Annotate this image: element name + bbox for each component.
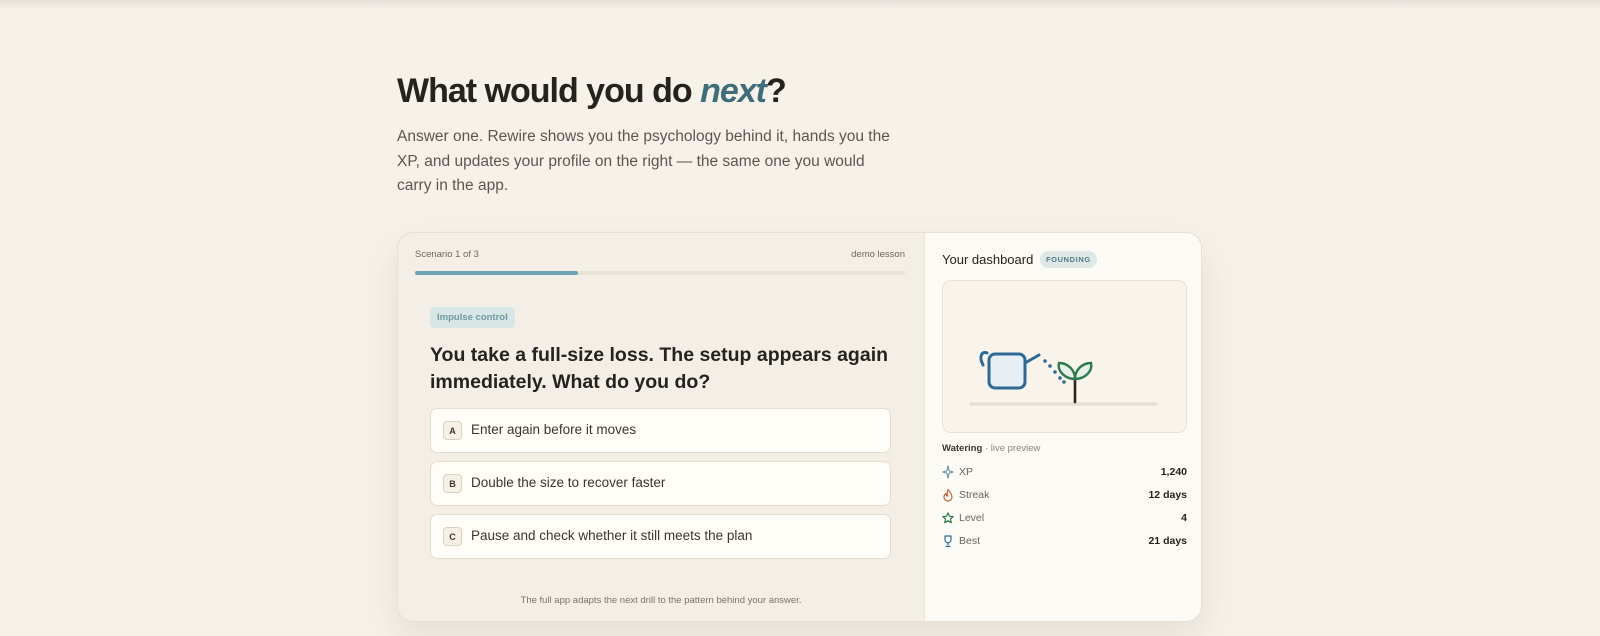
intro-text: Answer one. Rewire shows you the psychol… xyxy=(397,128,890,194)
dashboard-title: Your dashboard xyxy=(942,252,1034,267)
option-label: Pause and check whether it still meets t… xyxy=(471,528,753,543)
flame-icon xyxy=(943,488,953,502)
stat-xp: XP 1,240 xyxy=(942,465,1187,481)
progress-fill xyxy=(415,271,579,275)
scenario-counter: Scenario 1 of 3 xyxy=(415,249,479,260)
stat-name: Level xyxy=(959,512,985,524)
stat-value: 1,240 xyxy=(1160,466,1187,478)
title-suffix: ? xyxy=(765,72,787,110)
caption-note: · live preview xyxy=(982,443,1041,454)
dashboard-panel: Your dashboard FOUNDING Watering · live … xyxy=(924,233,1201,621)
title-prefix: What would you do xyxy=(397,72,701,110)
header-shadow xyxy=(0,0,1600,10)
option-key: A xyxy=(443,421,462,440)
stat-value: 21 days xyxy=(1148,535,1187,547)
demo-card: Scenario 1 of 3 demo lesson Impulse cont… xyxy=(397,232,1202,622)
option-label: Enter again before it moves xyxy=(471,422,637,437)
option-label: Double the size to recover faster xyxy=(471,475,666,490)
stat-name: Streak xyxy=(959,489,990,501)
watering-scene-icon xyxy=(969,351,1158,406)
progress-bar xyxy=(415,271,905,275)
caption-state: Watering xyxy=(942,443,983,454)
option-key: B xyxy=(443,474,462,493)
stat-streak: Streak 12 days xyxy=(942,488,1187,504)
star-icon xyxy=(942,512,954,524)
question-text: You take a full-size loss. The setup app… xyxy=(430,344,889,393)
stat-name: Best xyxy=(959,535,981,547)
demo-label: demo lesson xyxy=(851,249,905,260)
answer-option-c[interactable]: C Pause and check whether it still meets… xyxy=(430,514,891,559)
stat-value: 12 days xyxy=(1148,489,1187,501)
watering-can-icon xyxy=(979,351,1041,390)
illustration-caption: Watering · live preview xyxy=(942,443,1040,454)
page-title: What would you do next? xyxy=(397,72,787,111)
answer-option-a[interactable]: A Enter again before it moves xyxy=(430,408,891,453)
lesson-panel: Scenario 1 of 3 demo lesson Impulse cont… xyxy=(398,233,924,621)
watering-illustration xyxy=(942,280,1187,433)
stat-level: Level 4 xyxy=(942,511,1187,527)
founding-badge: FOUNDING xyxy=(1040,251,1097,268)
lesson-meta: Scenario 1 of 3 demo lesson xyxy=(415,249,905,263)
topic-tag: Impulse control xyxy=(430,307,515,328)
footnote: The full app adapts the next drill to th… xyxy=(520,595,802,606)
title-emphasis: next xyxy=(700,72,767,110)
sparkle-icon xyxy=(942,465,954,479)
option-key: C xyxy=(443,527,462,546)
stat-value: 4 xyxy=(1181,512,1187,524)
trophy-icon xyxy=(944,535,952,548)
answer-option-b[interactable]: B Double the size to recover faster xyxy=(430,461,891,506)
stat-name: XP xyxy=(959,466,974,478)
stat-best: Best 21 days xyxy=(942,534,1187,550)
